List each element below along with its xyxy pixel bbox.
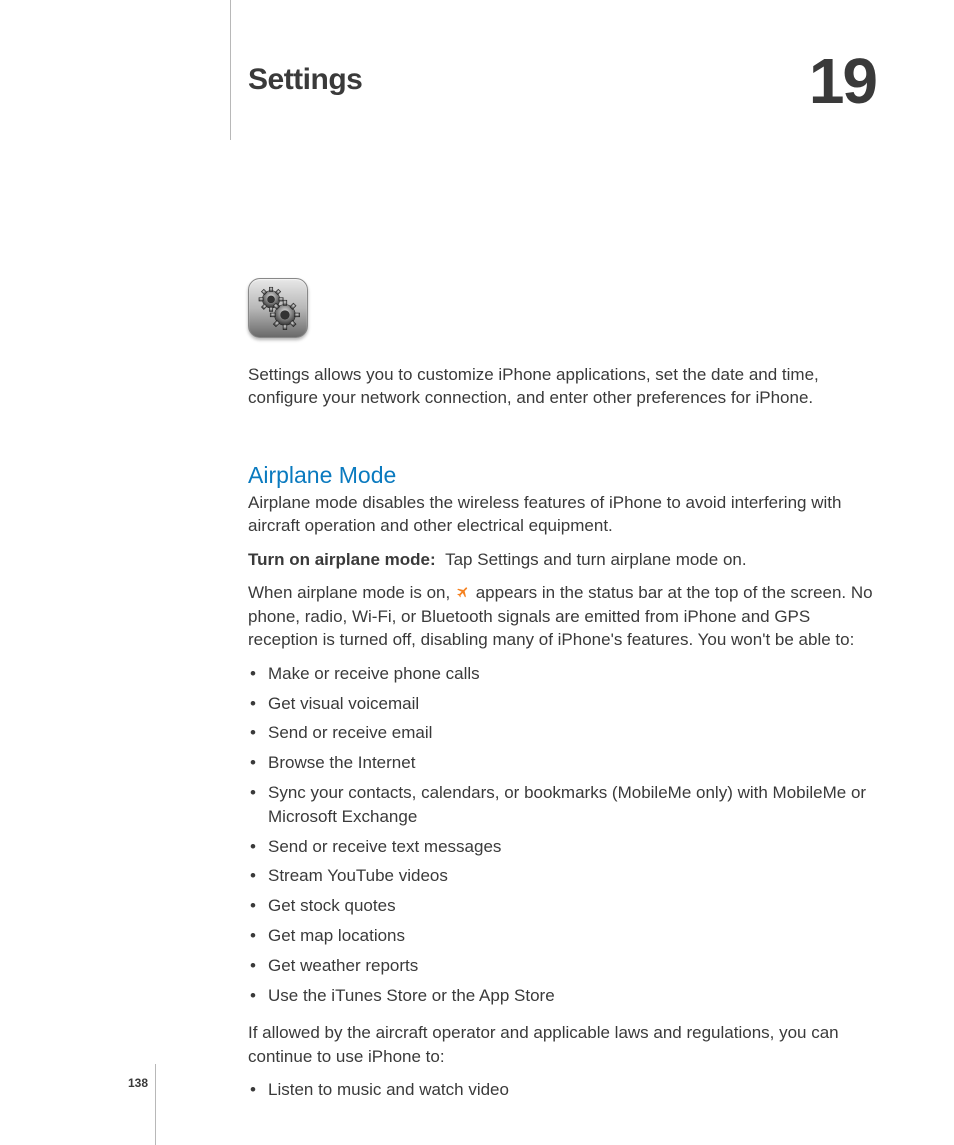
list-item: Stream YouTube videos [248,864,878,888]
list-item: Send or receive email [248,721,878,745]
chapter-number: 19 [809,44,876,118]
gear-icon [252,282,304,334]
allowed-intro: If allowed by the aircraft operator and … [248,1021,878,1068]
instruction-label: Turn on airplane mode: [248,550,436,569]
list-item: Make or receive phone calls [248,662,878,686]
page-number: 138 [128,1076,148,1090]
settings-app-icon [248,278,308,338]
when-on-paragraph: When airplane mode is on, appears in the… [248,581,878,652]
list-item: Sync your contacts, calendars, or bookma… [248,781,878,829]
allowed-list: Listen to music and watch video [248,1078,878,1102]
list-item: Get stock quotes [248,894,878,918]
content-area: Settings allows you to customize iPhone … [248,278,878,1116]
vertical-rule-top [230,0,231,140]
list-item: Listen to music and watch video [248,1078,878,1102]
turn-on-instruction: Turn on airplane mode: Tap Settings and … [248,548,878,571]
list-item: Send or receive text messages [248,835,878,859]
intro-paragraph: Settings allows you to customize iPhone … [248,364,878,410]
instruction-text: Tap Settings and turn airplane mode on. [445,550,746,569]
section-heading-airplane-mode: Airplane Mode [248,462,878,489]
chapter-title: Settings [248,63,362,97]
list-item: Get weather reports [248,954,878,978]
list-item: Get visual voicemail [248,692,878,716]
list-item: Browse the Internet [248,751,878,775]
list-item: Use the iTunes Store or the App Store [248,984,878,1008]
airplane-icon [456,584,470,605]
limitations-list: Make or receive phone calls Get visual v… [248,662,878,1008]
when-on-pre: When airplane mode is on, [248,583,450,602]
vertical-rule-bottom [155,1064,156,1145]
airplane-description: Airplane mode disables the wireless feat… [248,491,878,538]
list-item: Get map locations [248,924,878,948]
